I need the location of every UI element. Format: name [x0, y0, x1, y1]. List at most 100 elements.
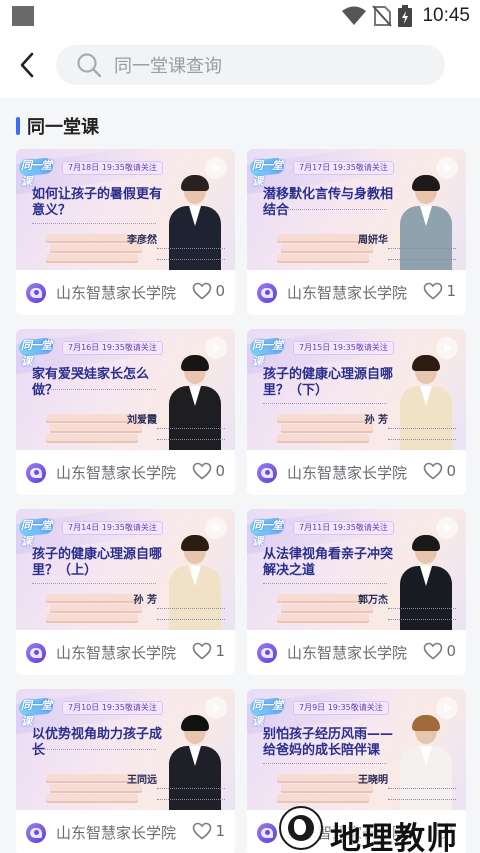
- course-title: 从法律视角看亲子冲突解决之道: [263, 547, 394, 578]
- card-footer: 山东智慧家长学院 1: [16, 810, 235, 853]
- like-button[interactable]: 1: [192, 642, 225, 660]
- heart-icon: [193, 642, 212, 660]
- org-logo-icon: [26, 822, 46, 843]
- like-count: 0: [215, 282, 225, 300]
- books-illustration: [277, 594, 373, 624]
- like-button[interactable]: 0: [192, 282, 225, 300]
- like-count: 0: [446, 642, 456, 660]
- program-logo: 同一堂课: [18, 517, 54, 548]
- date-tag: 7月10日 19:35敬请关注: [62, 701, 163, 715]
- course-title: 潜移默化言传与身教相结合: [263, 187, 394, 218]
- course-card[interactable]: 同一堂课 7月10日 19:35敬请关注 以优势视角助力孩子成长 王同远 山东智…: [16, 689, 235, 853]
- course-card[interactable]: 同一堂课 7月16日 19:35敬请关注 家有爱哭娃家长怎么做？ 刘爱霞 山东智…: [16, 329, 235, 495]
- speaker-name: 孙 芳: [364, 415, 388, 426]
- program-logo: 同一堂课: [18, 157, 54, 188]
- program-logo: 同一堂课: [18, 337, 54, 368]
- books-illustration: [277, 414, 373, 444]
- like-count: 1: [215, 822, 225, 840]
- like-count: 1: [215, 642, 225, 660]
- status-time: 10:45: [422, 5, 470, 26]
- speaker-title: [157, 608, 225, 620]
- course-banner[interactable]: 同一堂课 7月9日 19:35敬请关注 别怕孩子经历风雨——给爸妈的成长陪伴课 …: [247, 689, 466, 810]
- like-button[interactable]: 1: [423, 282, 456, 300]
- org-name: 山东智慧家长学院: [56, 824, 177, 842]
- card-footer: 山东智慧家长学院 0: [247, 630, 466, 675]
- speaker-title: [157, 428, 225, 440]
- like-button[interactable]: 0: [423, 642, 456, 660]
- like-count: 0: [446, 462, 456, 480]
- program-logo: 同一堂课: [18, 697, 54, 728]
- org-name: 山东智慧家长学院: [287, 464, 408, 482]
- heart-icon: [424, 282, 443, 300]
- section-accent-bar: [16, 117, 20, 135]
- date-tag: 7月11日 19:35敬请关注: [293, 521, 394, 535]
- books-illustration: [46, 234, 142, 264]
- course-banner[interactable]: 同一堂课 7月10日 19:35敬请关注 以优势视角助力孩子成长 王同远: [16, 689, 235, 810]
- search-input[interactable]: 同一堂课查询: [56, 45, 445, 85]
- course-title: 孩子的健康心理源自哪里？（下）: [263, 367, 394, 398]
- org-logo-icon: [257, 282, 277, 303]
- course-description: [263, 583, 387, 585]
- org-logo-icon: [257, 822, 277, 843]
- no-sim-icon: [372, 5, 393, 27]
- course-description: [263, 763, 387, 765]
- course-description: [263, 403, 387, 405]
- org-name: 山东智慧家长学院: [287, 644, 408, 662]
- speaker-name: 王同远: [127, 775, 157, 786]
- course-description: [32, 583, 156, 585]
- wifi-icon: [342, 6, 367, 25]
- like-count: 1: [446, 282, 456, 300]
- org-name: 山东智慧家长学院: [287, 284, 408, 302]
- course-card[interactable]: 同一堂课 7月18日 19:35敬请关注 如何让孩子的暑假更有意义？ 李彦然 山…: [16, 149, 235, 315]
- watermark-text: 地理教师: [330, 821, 458, 853]
- section-header: 同一堂课: [16, 114, 99, 138]
- course-card[interactable]: 同一堂课 7月11日 19:35敬请关注 从法律视角看亲子冲突解决之道 郭万杰: [247, 509, 466, 675]
- speaker-name: 王晓明: [358, 775, 388, 786]
- heart-icon: [193, 822, 212, 840]
- program-logo: 同一堂课: [249, 517, 285, 548]
- date-tag: 7月18日 19:35敬请关注: [62, 161, 163, 175]
- course-banner[interactable]: 同一堂课 7月11日 19:35敬请关注 从法律视角看亲子冲突解决之道 郭万杰: [247, 509, 466, 630]
- date-tag: 7月14日 19:35敬请关注: [62, 521, 163, 535]
- card-footer: 山东智慧家长学院 1: [247, 270, 466, 315]
- course-description: [263, 209, 387, 211]
- globe-icon: [288, 815, 314, 841]
- course-description: [32, 389, 156, 391]
- card-footer: 山东智慧家长学院 0: [16, 270, 235, 315]
- search-icon: [76, 52, 102, 78]
- speaker-name: 孙 芳: [133, 595, 157, 606]
- header: 同一堂课查询: [0, 32, 480, 98]
- org-name: 山东智慧家长学院: [56, 644, 177, 662]
- back-button[interactable]: [12, 48, 42, 82]
- like-button[interactable]: 0: [423, 462, 456, 480]
- program-logo: 同一堂课: [249, 697, 285, 728]
- course-banner[interactable]: 同一堂课 7月18日 19:35敬请关注 如何让孩子的暑假更有意义？ 李彦然: [16, 149, 235, 270]
- course-banner[interactable]: 同一堂课 7月16日 19:35敬请关注 家有爱哭娃家长怎么做？ 刘爱霞: [16, 329, 235, 450]
- card-footer: 山东智慧家长学院 0: [16, 450, 235, 495]
- course-card[interactable]: 同一堂课 7月15日 19:35敬请关注 孩子的健康心理源自哪里？（下） 孙 芳: [247, 329, 466, 495]
- org-logo-icon: [26, 462, 46, 483]
- date-tag: 7月17日 19:35敬请关注: [293, 161, 394, 175]
- card-footer: 山东智慧家长学院 0: [247, 450, 466, 495]
- speaker-title: [388, 608, 456, 620]
- speaker-name: 刘爱霞: [127, 415, 157, 426]
- course-banner[interactable]: 同一堂课 7月15日 19:35敬请关注 孩子的健康心理源自哪里？（下） 孙 芳: [247, 329, 466, 450]
- org-name: 山东智慧家长学院: [56, 284, 177, 302]
- books-illustration: [277, 774, 373, 804]
- course-card[interactable]: 同一堂课 7月17日 19:35敬请关注 潜移默化言传与身教相结合 周妍华 山东…: [247, 149, 466, 315]
- heart-icon: [424, 462, 443, 480]
- course-description: [32, 749, 156, 751]
- course-description: [32, 223, 156, 225]
- like-button[interactable]: 1: [192, 822, 225, 840]
- search-placeholder: 同一堂课查询: [114, 56, 222, 77]
- org-logo-icon: [257, 462, 277, 483]
- battery-icon: [398, 5, 413, 27]
- chevron-left-icon: [20, 52, 34, 78]
- course-title: 孩子的健康心理源自哪里？（上）: [32, 547, 163, 578]
- like-button[interactable]: 0: [192, 462, 225, 480]
- course-card[interactable]: 同一堂课 7月14日 19:35敬请关注 孩子的健康心理源自哪里？（上） 孙 芳: [16, 509, 235, 675]
- course-banner[interactable]: 同一堂课 7月14日 19:35敬请关注 孩子的健康心理源自哪里？（上） 孙 芳: [16, 509, 235, 630]
- course-banner[interactable]: 同一堂课 7月17日 19:35敬请关注 潜移默化言传与身教相结合 周妍华: [247, 149, 466, 270]
- heart-icon: [424, 642, 443, 660]
- course-title: 别怕孩子经历风雨——给爸妈的成长陪伴课: [263, 727, 394, 758]
